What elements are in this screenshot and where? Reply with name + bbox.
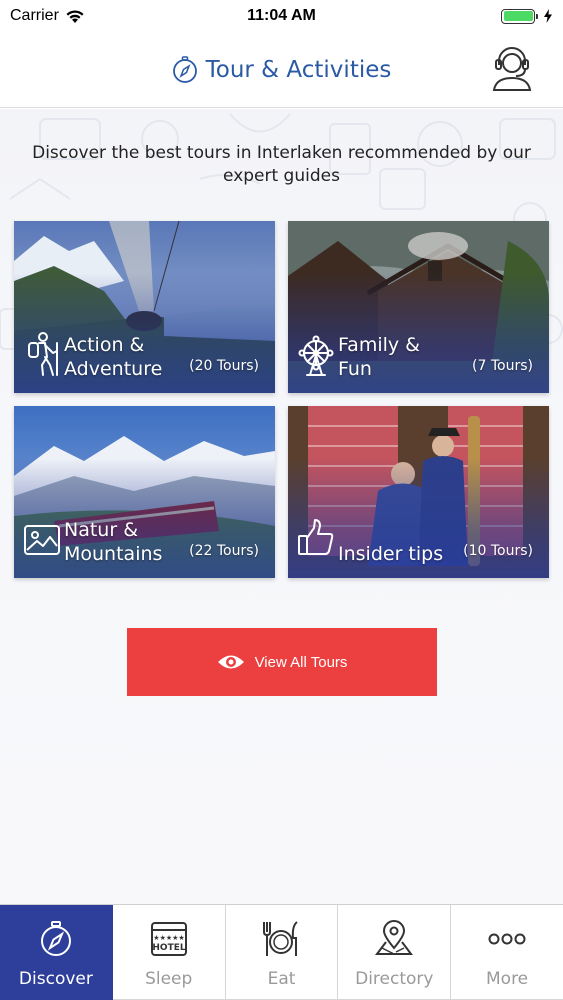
landscape-picture-icon [24,525,60,555]
tab-more[interactable]: More [451,905,563,1000]
charging-icon [544,9,552,23]
category-title: Family & Fun [338,334,420,380]
category-title: Action & Adventure [64,334,163,380]
category-card-family-fun[interactable]: Family & Fun (7 Tours) [288,221,549,393]
map-pin-icon [374,919,414,959]
more-dots-icon [487,919,527,959]
page-title: Tour & Activities [205,56,392,83]
category-title: Natur & Mountains [64,519,163,565]
cutlery-icon [261,919,301,959]
compass-icon [172,55,197,83]
tab-sleep[interactable]: HOTEL ★★★★★ Sleep [112,905,226,1000]
hiker-icon [28,332,58,376]
status-right [403,8,553,24]
tab-discover[interactable]: Discover [0,905,113,1000]
svg-text:HOTEL: HOTEL [152,943,185,953]
svg-text:★★★★★: ★★★★★ [153,934,184,942]
main-content: Discover the best tours in Interlaken re… [0,109,563,904]
view-all-tours-button[interactable]: View All Tours [127,628,437,696]
tab-label: More [486,969,529,989]
category-card-natur-mountains[interactable]: Natur & Mountains (22 Tours) [14,406,275,578]
eye-icon [217,655,244,669]
tour-count: (20 Tours) [189,358,259,374]
category-title: Insider tips [338,543,444,565]
support-button[interactable] [489,44,535,92]
tab-label: Eat [267,969,296,989]
thumbs-up-icon [298,519,334,555]
tab-bar: Discover HOTEL ★★★★★ Sleep Eat Directory… [0,904,563,1000]
header-title-wrap: Tour & Activities [172,55,392,84]
category-card-action-adventure[interactable]: Action & Adventure (20 Tours) [14,221,275,393]
status-time: 11:04 AM [247,7,316,24]
wifi-icon [66,9,84,23]
ferris-wheel-icon [298,335,334,376]
header: Tour & Activities [0,32,563,108]
headset-icon [492,47,532,91]
tab-label: Discover [18,969,93,989]
intro-text: Discover the best tours in Interlaken re… [32,143,531,186]
tab-directory[interactable]: Directory [338,905,452,1000]
compass-icon [36,919,76,959]
category-grid: Action & Adventure (20 Tours) Family & F… [14,221,550,583]
tab-eat[interactable]: Eat [225,905,339,1000]
status-bar: Carrier 11:04 AM [0,0,563,32]
view-all-tours-label: View All Tours [254,653,348,671]
tour-count: (10 Tours) [463,543,533,559]
hotel-icon: HOTEL ★★★★★ [149,919,189,959]
tour-count: (7 Tours) [472,358,533,374]
tour-count: (22 Tours) [189,543,259,559]
tab-label: Directory [355,969,434,989]
battery-icon [501,8,538,24]
carrier-label: Carrier [10,7,59,24]
category-card-insider-tips[interactable]: Insider tips (10 Tours) [288,406,549,578]
status-left: Carrier [10,7,160,25]
tab-label: Sleep [145,969,193,989]
